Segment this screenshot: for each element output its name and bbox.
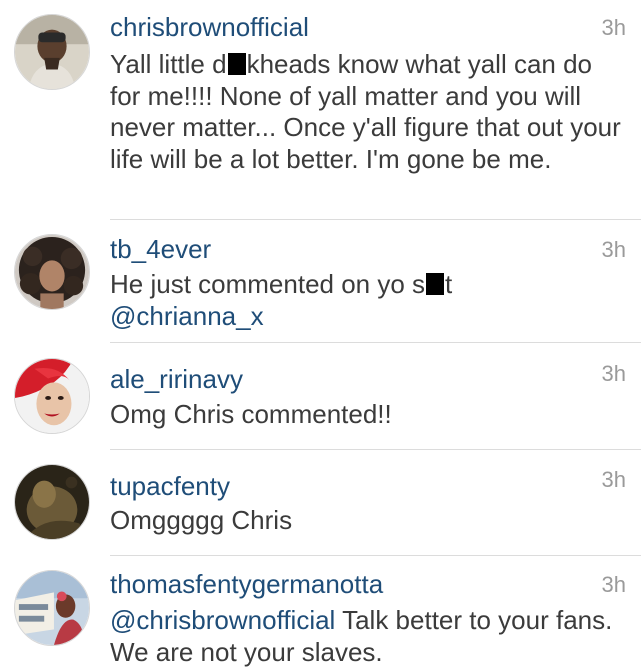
comment-username[interactable]: tb_4ever: [110, 234, 211, 264]
user-photo-icon: [15, 15, 89, 89]
avatar[interactable]: [14, 234, 90, 310]
comment-text-part: He just commented on yo s: [110, 269, 426, 299]
avatar[interactable]: [14, 14, 90, 90]
comment-item: tupacfenty 3h Omggggg Chris: [0, 450, 641, 555]
censor-block: [426, 273, 445, 295]
user-photo-icon: [15, 465, 89, 539]
comment-timestamp: 3h: [601, 15, 626, 40]
comment-text: Yall little d kheads know what yall can d…: [110, 49, 621, 175]
comment-username[interactable]: ale_ririnavy: [110, 364, 243, 394]
comment-text: Omg Chris commented!!: [110, 399, 392, 429]
mention-link[interactable]: @chrianna_x: [110, 301, 264, 331]
comment-username[interactable]: tupacfenty: [110, 471, 230, 501]
user-photo-icon: [15, 359, 89, 433]
comment-username[interactable]: chrisbrownofficial: [110, 12, 309, 42]
comment-item: thomasfentygermanotta 3h @chrisbrownoffi…: [0, 556, 641, 668]
avatar[interactable]: [14, 358, 90, 434]
comment-username[interactable]: thomasfentygermanotta: [110, 569, 383, 599]
censor-block: [227, 53, 246, 75]
comment-item: ale_ririnavy 3h Omg Chris commented!!: [0, 343, 641, 449]
comment-text-part: Yall little d: [110, 49, 227, 79]
user-photo-icon: [15, 235, 89, 309]
avatar[interactable]: [14, 464, 90, 540]
comment-timestamp: 3h: [601, 467, 626, 492]
comment-text: @chrisbrownofficial Talk better to your …: [110, 605, 621, 668]
avatar[interactable]: [14, 570, 90, 646]
comment-text: Omggggg Chris: [110, 505, 293, 535]
comment-timestamp: 3h: [601, 572, 626, 597]
mention-link[interactable]: @chrisbrownofficial: [110, 605, 335, 635]
comment-item: chrisbrownofficial 3h Yall little d khead…: [0, 0, 641, 220]
comment-timestamp: 3h: [601, 237, 626, 262]
comment-timestamp: 3h: [601, 361, 626, 386]
comment-item: tb_4ever 3h He just commented on yo s t @c…: [0, 220, 641, 343]
comment-text: He just commented on yo s t @chrianna_x: [110, 269, 621, 332]
comment-text-part: t: [445, 269, 453, 299]
user-photo-icon: [15, 571, 89, 645]
